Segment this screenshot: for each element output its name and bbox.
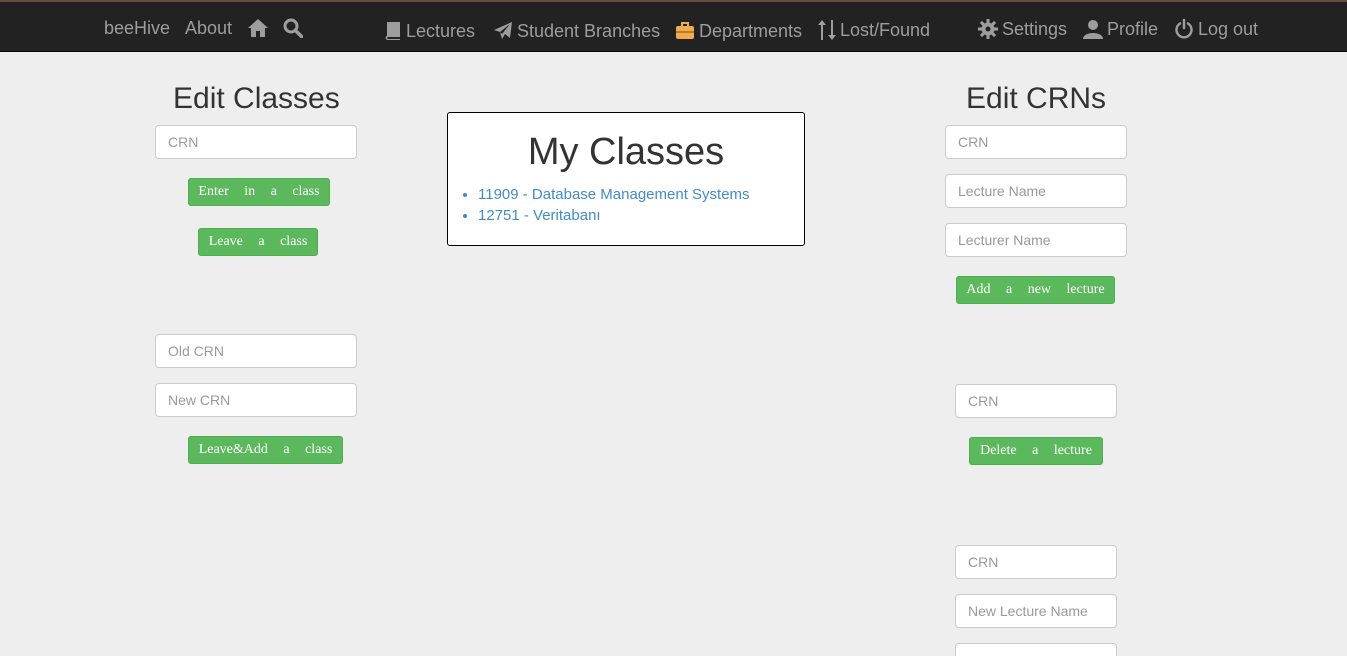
my-classes-title: My Classes: [527, 131, 725, 173]
class-link[interactable]: 12751 - Veritabanı: [478, 207, 601, 224]
my-classes-panel: My Classes 11909 - Database Management S…: [447, 112, 805, 246]
brand-label: beeHive: [104, 18, 171, 38]
leave-add-class-button[interactable]: Leave&Add a class: [188, 436, 343, 464]
list-item: 12751 - Veritabanı: [478, 205, 750, 226]
nav-student-branches-label: Student Branches: [517, 21, 661, 41]
nav-profile-label: Profile: [1107, 19, 1159, 39]
rename-crn-input[interactable]: [955, 545, 1117, 579]
nav-logout[interactable]: Log out: [1174, 19, 1258, 39]
edit-crns-title: Edit CRNs: [966, 82, 1107, 115]
nav-departments-label: Departments: [699, 21, 803, 41]
new-lecture-name-input[interactable]: [955, 594, 1117, 628]
leave-class-button[interactable]: Leave a class: [198, 228, 318, 256]
add-crn-input[interactable]: [945, 125, 1127, 159]
enter-class-button[interactable]: Enter in a class: [188, 178, 330, 206]
nav-lectures[interactable]: Lectures: [384, 21, 475, 41]
top-navbar: beeHive About Lectures Student Branches …: [0, 0, 1347, 52]
briefcase-icon: [676, 22, 694, 39]
nav-student-branches[interactable]: Student Branches: [493, 21, 660, 41]
send-icon: [494, 22, 512, 39]
old-crn-input[interactable]: [155, 334, 357, 368]
nav-lectures-label: Lectures: [406, 21, 476, 41]
class-link[interactable]: 11909 - Database Management Systems: [478, 186, 750, 203]
user-icon: [1083, 20, 1103, 39]
search-icon[interactable]: [283, 18, 303, 38]
lecturer-name-input[interactable]: [945, 223, 1127, 257]
delete-lecture-button[interactable]: Delete a lecture: [969, 437, 1103, 465]
nav-settings-label: Settings: [1002, 19, 1068, 39]
list-item: 11909 - Database Management Systems: [478, 184, 750, 205]
sort-arrows-icon: [818, 20, 836, 40]
home-icon[interactable]: [247, 18, 269, 38]
lecture-name-input[interactable]: [945, 174, 1127, 208]
nav-logout-label: Log out: [1198, 19, 1259, 39]
new-crn-input[interactable]: [155, 383, 357, 417]
nav-profile[interactable]: Profile: [1083, 19, 1158, 39]
edit-classes-title: Edit Classes: [173, 82, 340, 115]
nav-lost-found[interactable]: Lost/Found: [818, 19, 930, 41]
nav-departments[interactable]: Departments: [675, 21, 802, 41]
book-icon: [385, 22, 400, 40]
add-lecture-button[interactable]: Add a new lecture: [956, 276, 1115, 304]
gear-icon: [978, 19, 998, 39]
power-icon: [1175, 19, 1193, 39]
about-label: About: [185, 18, 233, 38]
brand-link[interactable]: beeHive: [104, 18, 170, 38]
enter-crn-input[interactable]: [155, 125, 357, 159]
about-link[interactable]: About: [185, 18, 232, 38]
delete-crn-input[interactable]: [955, 384, 1117, 418]
my-classes-list: 11909 - Database Management Systems 1275…: [448, 184, 750, 226]
nav-lost-found-label: Lost/Found: [840, 20, 931, 40]
nav-settings[interactable]: Settings: [978, 19, 1067, 39]
cutoff-input[interactable]: [955, 643, 1117, 656]
